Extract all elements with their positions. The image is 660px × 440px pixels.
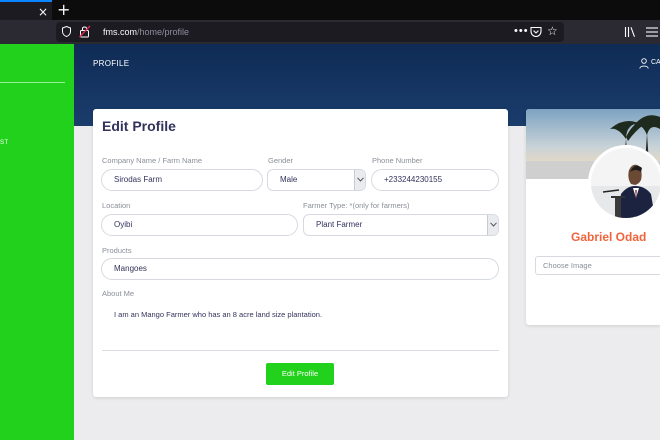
library-icon[interactable] <box>624 26 636 38</box>
user-icon[interactable] <box>639 58 649 69</box>
url-path: /home/profile <box>137 27 190 37</box>
divider <box>102 350 499 351</box>
avatar <box>588 145 660 221</box>
gender-value: Male <box>280 175 298 184</box>
avatar-photo <box>591 148 660 218</box>
sidebar-divider <box>0 82 65 83</box>
farmer-type-select[interactable]: Plant Farmer <box>303 214 499 236</box>
edit-profile-card: Edit Profile Company Name / Farm Name Si… <box>93 109 508 397</box>
new-tab-icon[interactable]: + <box>57 0 70 20</box>
profile-card: Gabriel Odad Choose Image <box>526 109 660 325</box>
sidebar: ST <box>0 44 74 440</box>
location-label: Location <box>102 201 131 210</box>
gender-select[interactable]: Male <box>267 169 366 191</box>
user-menu-label[interactable]: CA <box>651 59 660 66</box>
phone-label: Phone Number <box>372 156 423 165</box>
company-label: Company Name / Farm Name <box>102 156 203 165</box>
insecure-lock-icon[interactable] <box>79 25 91 38</box>
page-title: PROFILE <box>93 59 130 68</box>
farmer-type-value: Plant Farmer <box>316 220 363 229</box>
phone-input[interactable]: +233244230155 <box>371 169 499 191</box>
choose-image-input[interactable]: Choose Image <box>535 256 660 275</box>
browser-tab-bar: × + <box>0 0 660 20</box>
products-label: Products <box>102 246 132 255</box>
page-actions-icon[interactable]: ••• <box>514 23 529 39</box>
products-input[interactable]: Mangoes <box>101 258 499 280</box>
browser-tab[interactable]: × <box>0 0 52 20</box>
company-input[interactable]: Sirodas Farm <box>101 169 263 191</box>
hamburger-menu-icon[interactable] <box>646 27 658 37</box>
shield-icon[interactable] <box>62 26 71 37</box>
chevron-down-icon[interactable] <box>487 215 498 235</box>
profile-name: Gabriel Odad <box>571 230 647 244</box>
about-textarea[interactable]: I am an Mango Farmer who has an 8 acre l… <box>114 310 322 319</box>
pocket-icon[interactable] <box>530 26 542 38</box>
bookmark-star-icon[interactable]: ☆ <box>547 24 558 38</box>
close-tab-icon[interactable]: × <box>38 5 48 19</box>
address-bar[interactable]: fms.com/home/profile ••• ☆ <box>56 22 564 42</box>
gender-label: Gender <box>268 156 294 165</box>
url-host: fms.com <box>103 27 138 37</box>
sidebar-item[interactable]: ST <box>0 140 9 146</box>
url-text[interactable]: fms.com/home/profile <box>103 25 189 39</box>
location-input[interactable]: Oyibi <box>101 214 298 236</box>
browser-nav-bar: fms.com/home/profile ••• ☆ <box>0 20 660 44</box>
card-title: Edit Profile <box>102 118 176 134</box>
chevron-down-icon[interactable] <box>354 170 365 190</box>
edit-profile-button[interactable]: Edit Profile <box>266 363 334 385</box>
about-label: About Me <box>102 289 135 298</box>
farmer-type-label: Farmer Type: *(only for farmers) <box>303 201 410 210</box>
